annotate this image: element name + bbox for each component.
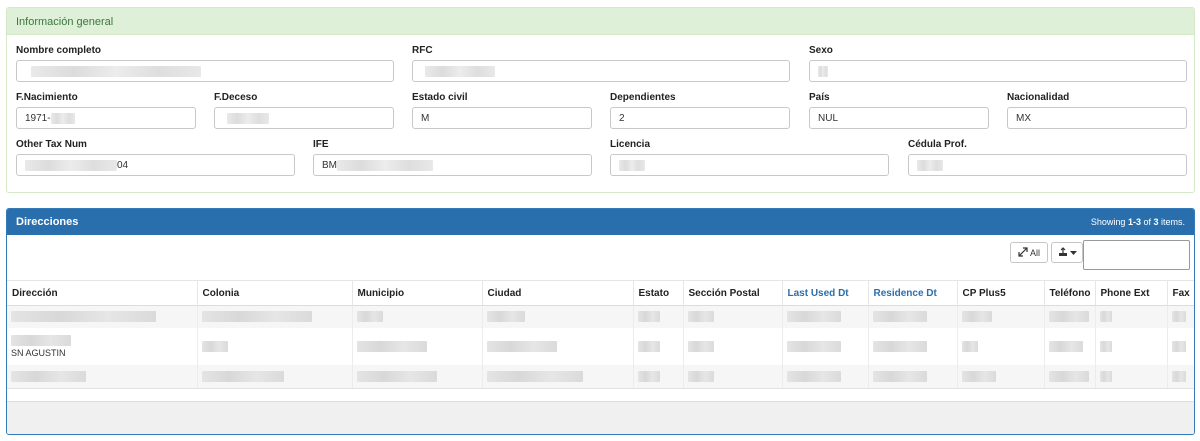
col-ciudad: Ciudad: [482, 280, 634, 306]
sexo-field[interactable]: [809, 60, 1187, 82]
estado-civil-field[interactable]: M: [412, 107, 592, 129]
col-municipio: Municipio: [352, 280, 483, 306]
direcciones-heading: Direcciones Showing 1-3 of 3 items.: [7, 209, 1194, 235]
dependientes-label: Dependientes: [610, 92, 676, 103]
nacionalidad-label: Nacionalidad: [1007, 92, 1070, 103]
export-icon: [1058, 246, 1068, 259]
other-tax-num-label: Other Tax Num: [16, 139, 87, 150]
table-row[interactable]: [7, 364, 1194, 389]
direcciones-panel: Direcciones Showing 1-3 of 3 items. All …: [6, 208, 1195, 435]
table-row[interactable]: SN AGUSTIN: [7, 327, 1194, 365]
nacionalidad-field[interactable]: MX: [1007, 107, 1187, 129]
table-row[interactable]: [7, 305, 1194, 328]
col-estato: Estato: [633, 280, 684, 306]
informacion-general-panel: Información general Nombre completo RFC …: [6, 7, 1195, 193]
licencia-label: Licencia: [610, 139, 651, 150]
table-header-row: Dirección Colonia Municipio Ciudad Estat…: [7, 280, 1194, 306]
licencia-field[interactable]: [610, 154, 889, 176]
grid-summary: Showing 1-3 of 3 items.: [1090, 217, 1185, 227]
col-direccion: Dirección: [7, 280, 198, 306]
direccion-extra: SN AGUSTIN: [11, 347, 66, 358]
col-colonia: Colonia: [197, 280, 353, 306]
pais-field[interactable]: NUL: [809, 107, 989, 129]
sexo-label: Sexo: [809, 45, 833, 56]
col-residence-dt[interactable]: Residence Dt: [868, 280, 958, 306]
cedula-prof-field[interactable]: [908, 154, 1187, 176]
f-nacimiento-field[interactable]: 1971-: [16, 107, 196, 129]
expand-arrows-icon: [1018, 246, 1028, 259]
col-last-used-dt[interactable]: Last Used Dt: [782, 280, 869, 306]
export-button[interactable]: [1051, 242, 1083, 263]
estado-civil-label: Estado civil: [412, 92, 468, 103]
direcciones-table: Dirección Colonia Municipio Ciudad Estat…: [7, 280, 1194, 389]
expand-all-button[interactable]: All: [1010, 242, 1048, 263]
informacion-general-heading: Información general: [7, 8, 1194, 35]
f-deceso-field[interactable]: [214, 107, 394, 129]
filter-textarea[interactable]: [1083, 240, 1190, 270]
direcciones-title: Direcciones: [16, 216, 79, 228]
ife-label: IFE: [313, 139, 329, 150]
rfc-label: RFC: [412, 45, 433, 56]
ife-field[interactable]: BM: [313, 154, 592, 176]
nombre-completo-label: Nombre completo: [16, 45, 102, 56]
expand-all-label: All: [1029, 247, 1040, 258]
pais-label: País: [809, 92, 830, 103]
col-cp-plus5: CP Plus5: [957, 280, 1045, 306]
col-seccion-postal: Sección Postal: [683, 280, 783, 306]
rfc-field[interactable]: [412, 60, 790, 82]
direcciones-footer: [7, 401, 1194, 434]
nombre-completo-field[interactable]: [16, 60, 394, 82]
caret-down-icon: [1069, 248, 1077, 258]
other-tax-num-field[interactable]: 04: [16, 154, 295, 176]
col-phone-ext: Phone Ext: [1095, 280, 1168, 306]
f-deceso-label: F.Deceso: [214, 92, 258, 103]
f-nacimiento-label: F.Nacimiento: [16, 92, 78, 103]
dependientes-field[interactable]: 2: [610, 107, 790, 129]
col-telefono: Teléfono: [1044, 280, 1096, 306]
cedula-prof-label: Cédula Prof.: [908, 139, 967, 150]
col-fax: Fax: [1167, 280, 1194, 306]
